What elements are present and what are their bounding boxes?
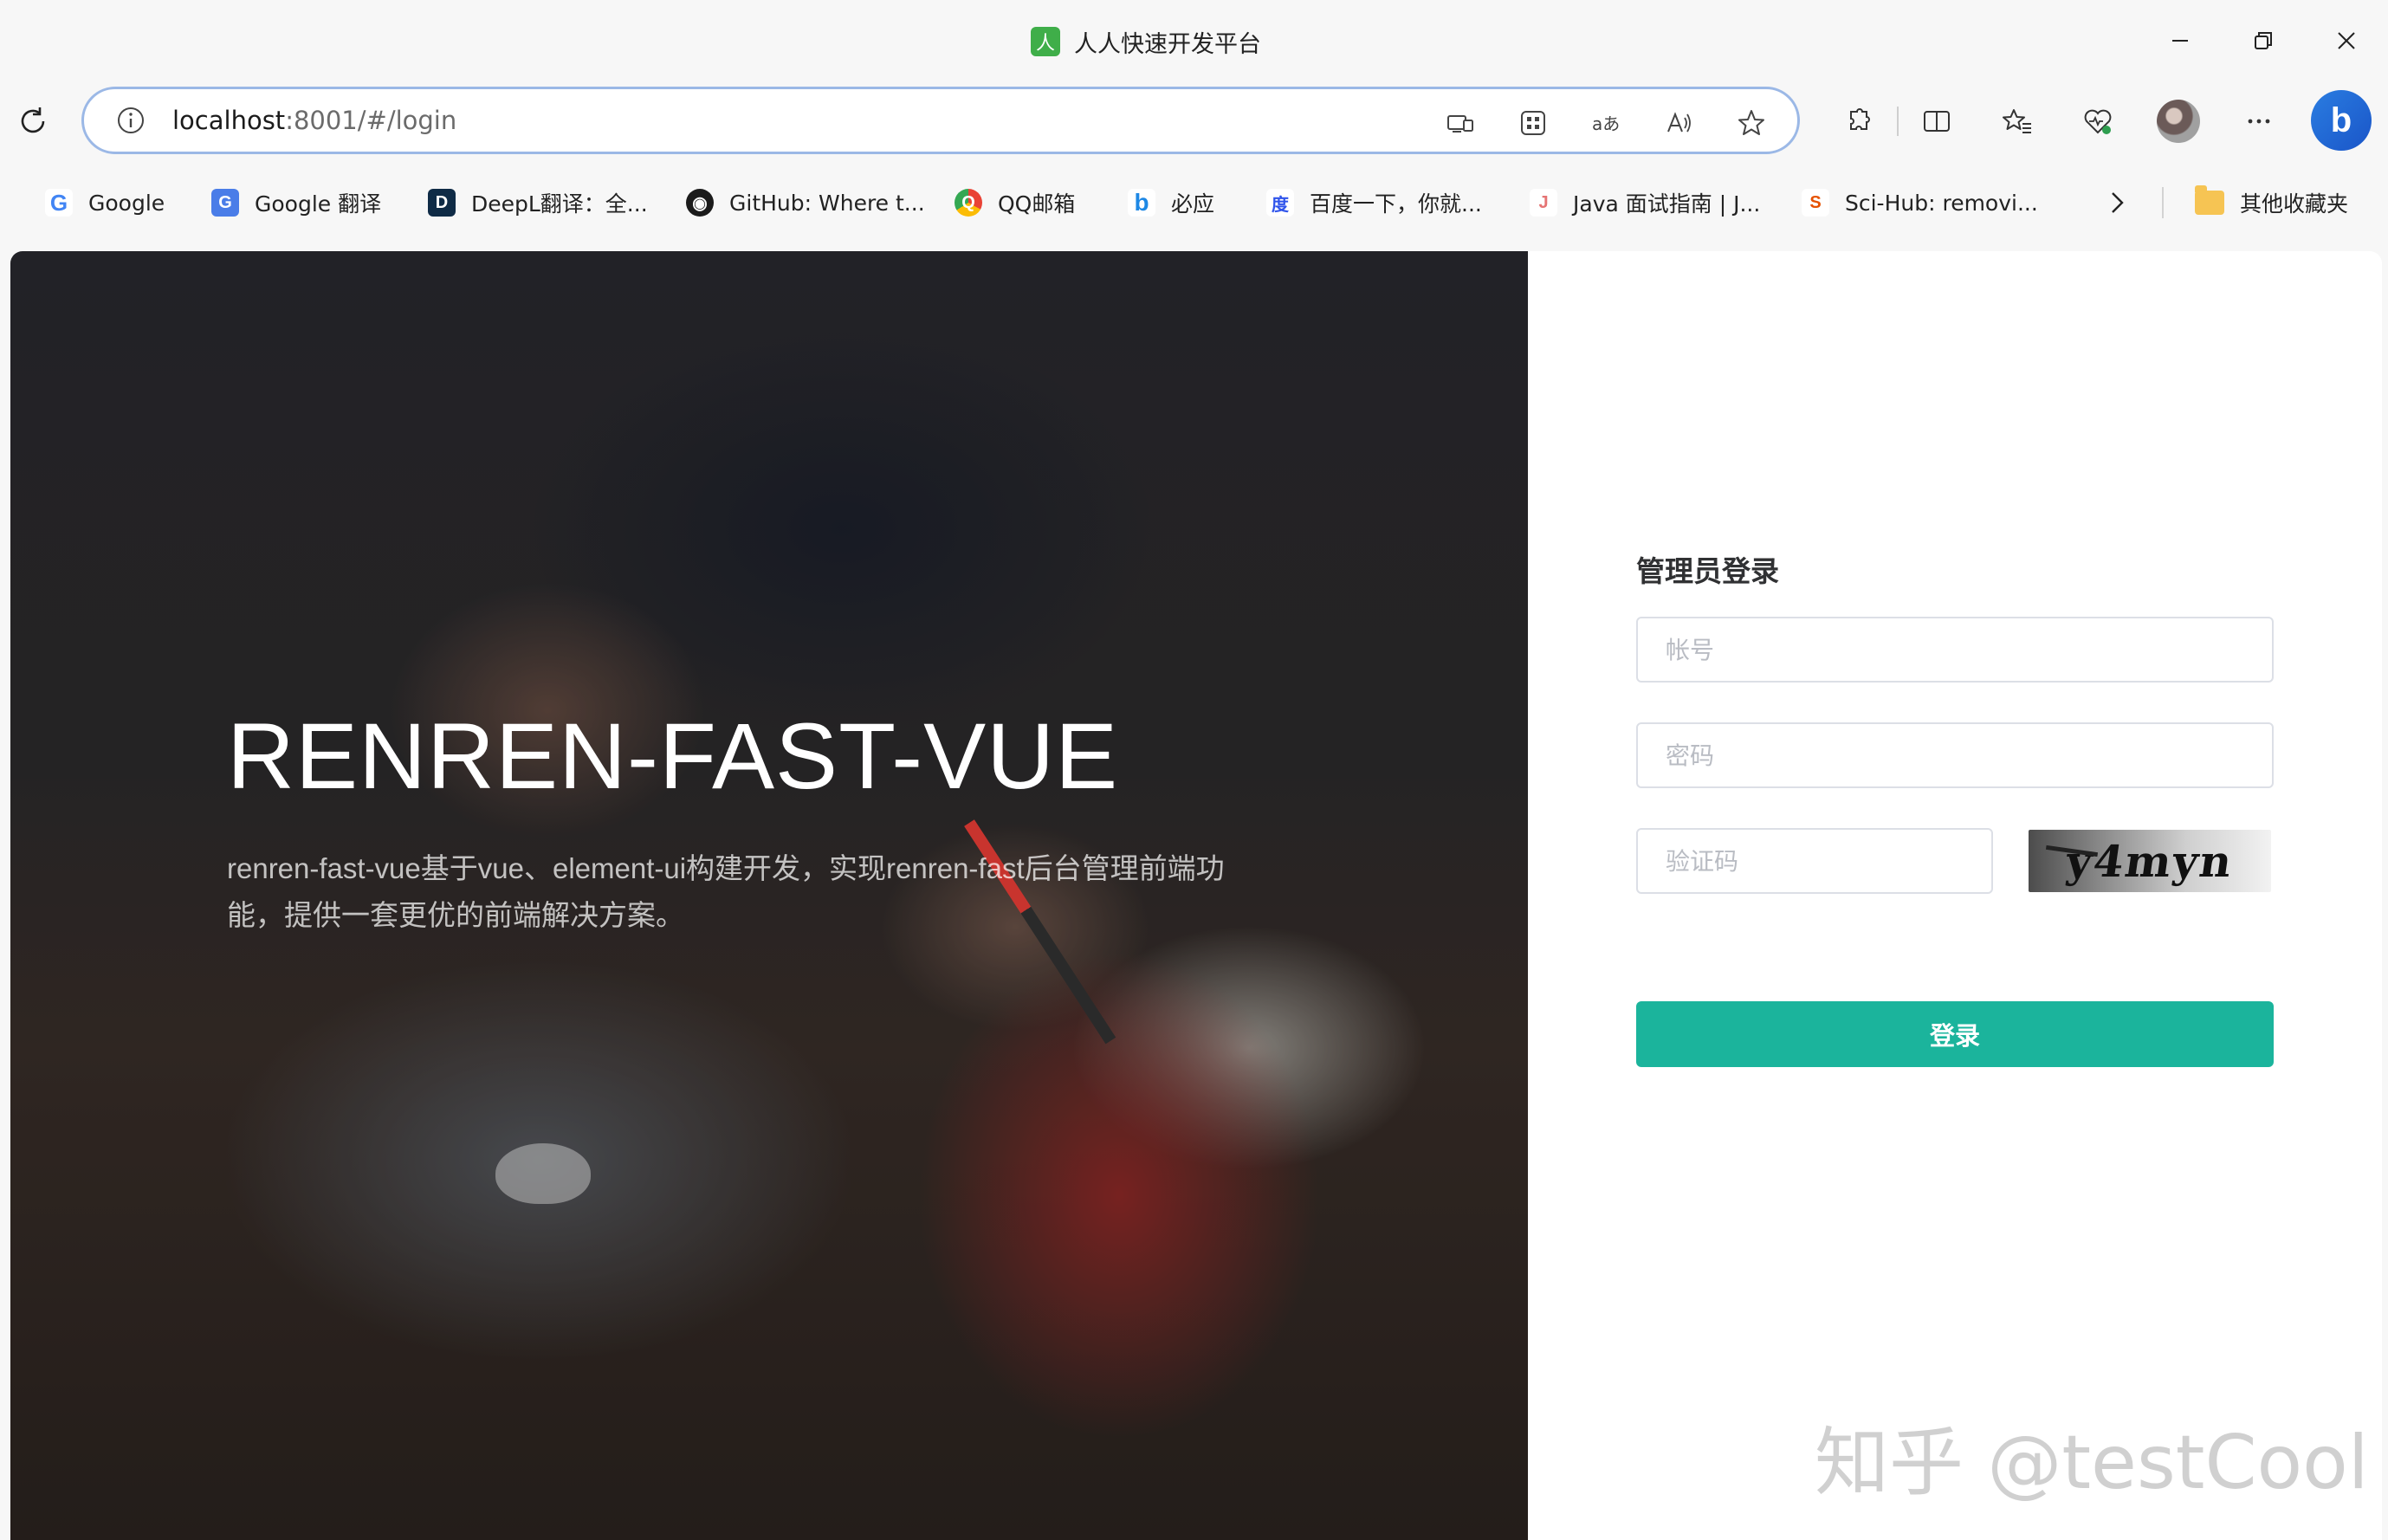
bookmark-qqmail[interactable]: Q QQ邮箱 [955, 185, 1075, 220]
split-screen-icon[interactable] [1906, 94, 1968, 149]
java-guide-icon: J [1530, 189, 1557, 217]
google-icon: G [45, 189, 73, 217]
svg-text:aあ: aあ [1592, 113, 1620, 134]
read-aloud-icon[interactable] [1657, 101, 1700, 145]
watermark: 知乎 @testCool [1815, 1420, 2369, 1506]
app-logo-icon: 人 [1031, 27, 1060, 56]
url-host: localhost [172, 106, 286, 135]
folder-icon [2195, 185, 2224, 215]
login-button[interactable]: 登录 [1636, 1001, 2274, 1067]
window-title: 人 人人快速开发平台 [1031, 24, 1261, 59]
hero-description: renren-fast-vue基于vue、element-ui构建开发，实现re… [227, 852, 1225, 931]
hero-title: RENREN-FAST-VUE [227, 703, 1119, 808]
bookmark-java-guide[interactable]: J Java 面试指南 | J... [1530, 185, 1760, 220]
extensions-icon[interactable] [1828, 94, 1890, 149]
bing-icon: b [1128, 189, 1155, 217]
window-title-text: 人人快速开发平台 [1074, 30, 1261, 58]
page-viewport: RENREN-FAST-VUE renren-fast-vue基于vue、ele… [10, 251, 2382, 1540]
reload-icon[interactable] [9, 97, 57, 146]
bookmark-label: DeepL翻译：全... [471, 191, 648, 217]
bookmark-google-translate[interactable]: G Google 翻译 [211, 185, 381, 220]
bookmark-label: QQ邮箱 [998, 191, 1076, 217]
toolbar-separator [1897, 107, 1899, 136]
captcha-text: y4myn [2062, 835, 2237, 887]
favorite-star-icon[interactable] [1730, 101, 1773, 145]
profile-avatar[interactable] [2147, 94, 2210, 149]
bookmark-label: 其他收藏夹 [2240, 191, 2349, 217]
bookmark-label: GitHub: Where t... [729, 190, 925, 216]
laptop-logo-graphic [495, 1143, 591, 1204]
bookmark-label: Google [88, 190, 165, 216]
url-text[interactable]: localhost:8001/#/login [172, 106, 456, 135]
more-menu-icon[interactable] [2228, 94, 2290, 149]
google-translate-icon: G [211, 189, 239, 217]
bookmark-deepl[interactable]: D DeepL翻译：全... [428, 185, 648, 220]
login-title: 管理员登录 [1636, 554, 1779, 588]
restore-icon[interactable] [2240, 19, 2287, 62]
address-bar[interactable]: localhost:8001/#/login aあ [81, 87, 1800, 154]
bookmark-label: Java 面试指南 | J... [1573, 191, 1761, 217]
qqmail-icon: Q [955, 189, 982, 217]
bookmark-scihub[interactable]: S Sci-Hub: removi... [1802, 185, 2038, 220]
bookmark-label: Google 翻译 [255, 191, 382, 217]
copilot-icon[interactable]: b [2311, 90, 2372, 151]
scihub-icon: S [1802, 189, 1829, 217]
bookmark-label: 必应 [1171, 191, 1215, 217]
username-input[interactable] [1636, 617, 2274, 683]
baidu-icon: 度 [1266, 189, 1294, 217]
deepl-icon: D [428, 189, 456, 217]
bookmarks-bar: G Google G Google 翻译 D DeepL翻译：全... ◉ Gi… [0, 161, 2388, 244]
site-info-icon[interactable] [113, 103, 148, 138]
app-available-icon[interactable] [1439, 101, 1482, 145]
bookmark-bing[interactable]: b 必应 [1128, 185, 1214, 220]
login-panel: 管理员登录 y4myn 登录 [1636, 251, 2277, 1540]
hero-background-image: RENREN-FAST-VUE renren-fast-vue基于vue、ele… [10, 251, 1528, 1540]
url-path: :8001/#/login [285, 106, 457, 135]
navigation-bar: localhost:8001/#/login aあ b [0, 81, 2388, 161]
apps-grid-icon[interactable] [1511, 101, 1555, 145]
bookmark-other-folder[interactable]: 其他收藏夹 [2195, 185, 2348, 220]
window-title-bar: 人 人人快速开发平台 [0, 0, 2388, 81]
translate-icon[interactable]: aあ [1584, 101, 1628, 145]
bookmark-label: 百度一下，你就... [1310, 191, 1482, 217]
captcha-image[interactable]: y4myn [2029, 830, 2271, 892]
favorites-icon[interactable] [1986, 94, 2048, 149]
bookmark-google[interactable]: G Google [45, 185, 165, 220]
bookmark-github[interactable]: ◉ GitHub: Where t... [686, 185, 925, 220]
bookmarks-separator [2162, 187, 2164, 218]
bookmark-baidu[interactable]: 度 百度一下，你就... [1266, 185, 1482, 220]
minimize-icon[interactable] [2157, 19, 2204, 62]
github-icon: ◉ [686, 189, 714, 217]
captcha-input[interactable] [1636, 828, 1993, 894]
bookmark-label: Sci-Hub: removi... [1845, 190, 2038, 216]
close-icon[interactable] [2323, 19, 2370, 62]
chevron-right-icon[interactable] [2100, 185, 2134, 220]
browser-essentials-icon[interactable] [2067, 94, 2129, 149]
password-input[interactable] [1636, 722, 2274, 788]
